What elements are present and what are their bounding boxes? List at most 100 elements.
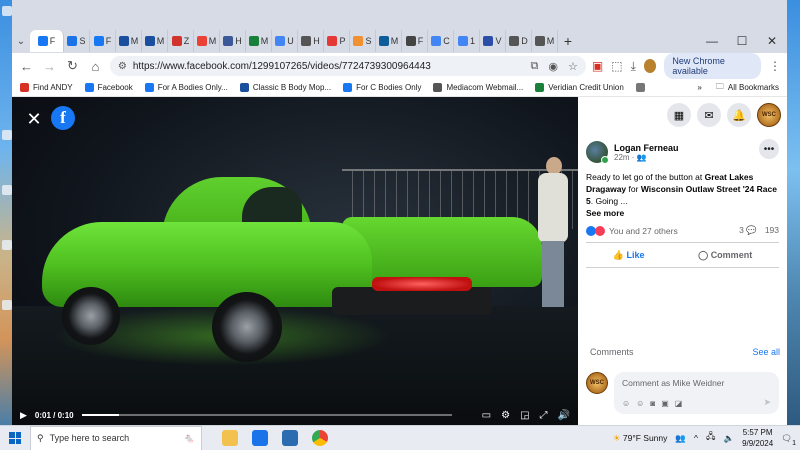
close-window-button[interactable]: ✕ <box>757 34 787 48</box>
browser-tab[interactable]: S <box>350 30 376 52</box>
fullscreen-icon[interactable]: ⤢ <box>540 410 548 421</box>
extension-notification-icon[interactable]: ▣ <box>592 59 603 73</box>
start-button[interactable] <box>0 432 30 444</box>
miniplayer-icon[interactable]: ◲ <box>520 410 529 421</box>
forward-arrow-icon[interactable]: → <box>41 59 58 74</box>
browser-tab[interactable]: M <box>142 30 168 52</box>
browser-tab[interactable]: M <box>376 30 402 52</box>
address-bar[interactable]: ⚙ https://www.facebook.com/1299107265/vi… <box>109 56 586 76</box>
settings-gear-icon[interactable]: ⚙ <box>501 410 510 421</box>
browser-tab[interactable]: U <box>272 30 298 52</box>
browser-tab[interactable]: F <box>402 30 428 52</box>
play-icon[interactable]: ▶ <box>20 410 27 421</box>
gif-icon[interactable]: ▣ <box>661 399 669 408</box>
mail-icon[interactable] <box>252 430 268 446</box>
bookmark-item[interactable]: For A Bodies Only... <box>144 83 228 92</box>
reload-icon[interactable]: ↻ <box>64 58 81 74</box>
browser-tab[interactable]: H <box>220 30 246 52</box>
store-icon[interactable] <box>282 430 298 446</box>
messenger-icon[interactable]: ✉ <box>697 103 721 127</box>
video-progress-bar[interactable] <box>81 414 452 416</box>
bookmark-item[interactable]: Facebook <box>84 83 133 92</box>
desktop-icon[interactable] <box>2 185 12 195</box>
browser-tab[interactable]: Z <box>168 30 194 52</box>
commenter-avatar[interactable]: WSC <box>586 372 608 394</box>
menu-grid-icon[interactable]: ▦ <box>667 103 691 127</box>
captions-icon[interactable]: ▭ <box>482 410 491 421</box>
weather-widget[interactable]: ☀ 79°F Sunny <box>613 433 668 444</box>
desktop-icon[interactable] <box>2 240 12 250</box>
author-avatar[interactable] <box>586 141 609 164</box>
bookmark-item[interactable] <box>635 83 649 92</box>
bookmark-item[interactable]: Veridian Credit Union <box>535 83 624 92</box>
browser-tab[interactable]: D <box>506 30 532 52</box>
avatar-sticker-icon[interactable]: ☺ <box>622 399 630 408</box>
see-all-link[interactable]: See all <box>752 347 780 357</box>
bookmark-item[interactable]: Find ANDY <box>20 83 73 92</box>
author-name[interactable]: Logan Ferneau <box>614 143 679 153</box>
extensions-icon[interactable]: ⬚ <box>611 59 622 73</box>
tracking-protection-icon[interactable]: ◉ <box>548 60 558 73</box>
maximize-button[interactable]: ☐ <box>727 34 757 48</box>
browser-tab[interactable]: M <box>116 30 142 52</box>
like-button[interactable]: 👍 Like <box>613 250 645 261</box>
new-tab-button[interactable]: + <box>558 33 578 49</box>
browser-tab[interactable]: P <box>324 30 350 52</box>
camera-icon[interactable]: ◙ <box>650 399 655 408</box>
url-text[interactable]: https://www.facebook.com/1299107265/vide… <box>133 61 431 72</box>
reactions-count[interactable]: You and 27 others <box>609 226 678 236</box>
browser-tab[interactable]: F <box>30 30 64 52</box>
bookmarks-overflow-icon[interactable]: » <box>697 83 701 92</box>
site-settings-icon[interactable]: ⚙ <box>118 61 127 72</box>
all-bookmarks[interactable]: 🗀 All Bookmarks <box>716 81 779 95</box>
menu-kebab-icon[interactable]: ⋮ <box>769 59 781 73</box>
post-timestamp[interactable]: 22m · 👥 <box>614 153 679 162</box>
bookmark-star-icon[interactable]: ☆ <box>568 60 578 73</box>
home-icon[interactable]: ⌂ <box>87 59 104 74</box>
emoji-icon[interactable]: ☺ <box>636 399 644 408</box>
browser-tab[interactable]: V <box>480 30 506 52</box>
browser-tab[interactable]: M <box>532 30 558 52</box>
comment-input[interactable]: Comment as Mike Weidner ☺ ☺ ◙ ▣ ◪ ➤ <box>614 372 779 414</box>
profile-avatar[interactable] <box>643 59 657 73</box>
chrome-icon[interactable] <box>312 430 328 446</box>
volume-icon[interactable]: 🔈 <box>723 433 734 444</box>
browser-tab[interactable]: F <box>90 30 116 52</box>
browser-tab[interactable]: 1 <box>454 30 480 52</box>
browser-tab[interactable]: M <box>246 30 272 52</box>
desktop-icon[interactable] <box>2 130 12 140</box>
account-avatar[interactable]: WSC <box>757 103 781 127</box>
share-count[interactable]: 193 <box>765 225 779 236</box>
taskbar-search[interactable]: ⚲ Type here to search 🐁 <box>30 425 202 450</box>
sticker-icon[interactable]: ◪ <box>675 399 683 408</box>
people-icon[interactable]: 👥 <box>675 433 686 444</box>
more-options-icon[interactable]: ••• <box>759 139 779 159</box>
back-arrow-icon[interactable]: ← <box>18 59 35 74</box>
hidden-icons-chevron-icon[interactable]: ^ <box>694 433 698 443</box>
browser-tab[interactable]: M <box>194 30 220 52</box>
bookmark-item[interactable]: For C Bodies Only <box>343 83 421 92</box>
notification-center-icon[interactable]: 🗨 1 <box>781 433 796 447</box>
bookmark-item[interactable]: Classic B Body Mop... <box>239 83 331 92</box>
new-chrome-available-button[interactable]: New Chrome available <box>664 53 761 79</box>
browser-tab[interactable]: C <box>428 30 454 52</box>
recycle-bin-icon[interactable] <box>2 6 12 16</box>
comment-button[interactable]: ◯ Comment <box>698 250 752 261</box>
send-icon[interactable]: ➤ <box>763 397 771 408</box>
browser-tab[interactable]: H <box>298 30 324 52</box>
tab-search-chevron-icon[interactable]: ⌄ <box>12 36 30 47</box>
notifications-bell-icon[interactable]: 🔔 <box>727 103 751 127</box>
bookmark-item[interactable]: Mediacom Webmail... <box>433 83 523 92</box>
volume-icon[interactable]: 🔊 <box>558 410 570 421</box>
network-icon[interactable]: 🖧 <box>706 431 715 445</box>
browser-tab[interactable]: S <box>64 30 90 52</box>
clock[interactable]: 5:57 PM 9/9/2024 <box>742 427 773 449</box>
downloads-icon[interactable]: ⤓ <box>631 59 636 74</box>
video-player[interactable]: ✕ f ▶ 0:01 / 0:10 ▭ ⚙ ◲ ⤢ 🔊 <box>12 97 578 426</box>
see-more-link[interactable]: See more <box>586 207 779 219</box>
minimize-button[interactable]: — <box>697 34 727 48</box>
file-explorer-icon[interactable] <box>222 430 238 446</box>
facebook-logo-icon[interactable]: f <box>51 106 75 130</box>
comment-count[interactable]: 3 💬 <box>739 225 757 236</box>
install-app-icon[interactable]: ⧉ <box>531 60 539 73</box>
